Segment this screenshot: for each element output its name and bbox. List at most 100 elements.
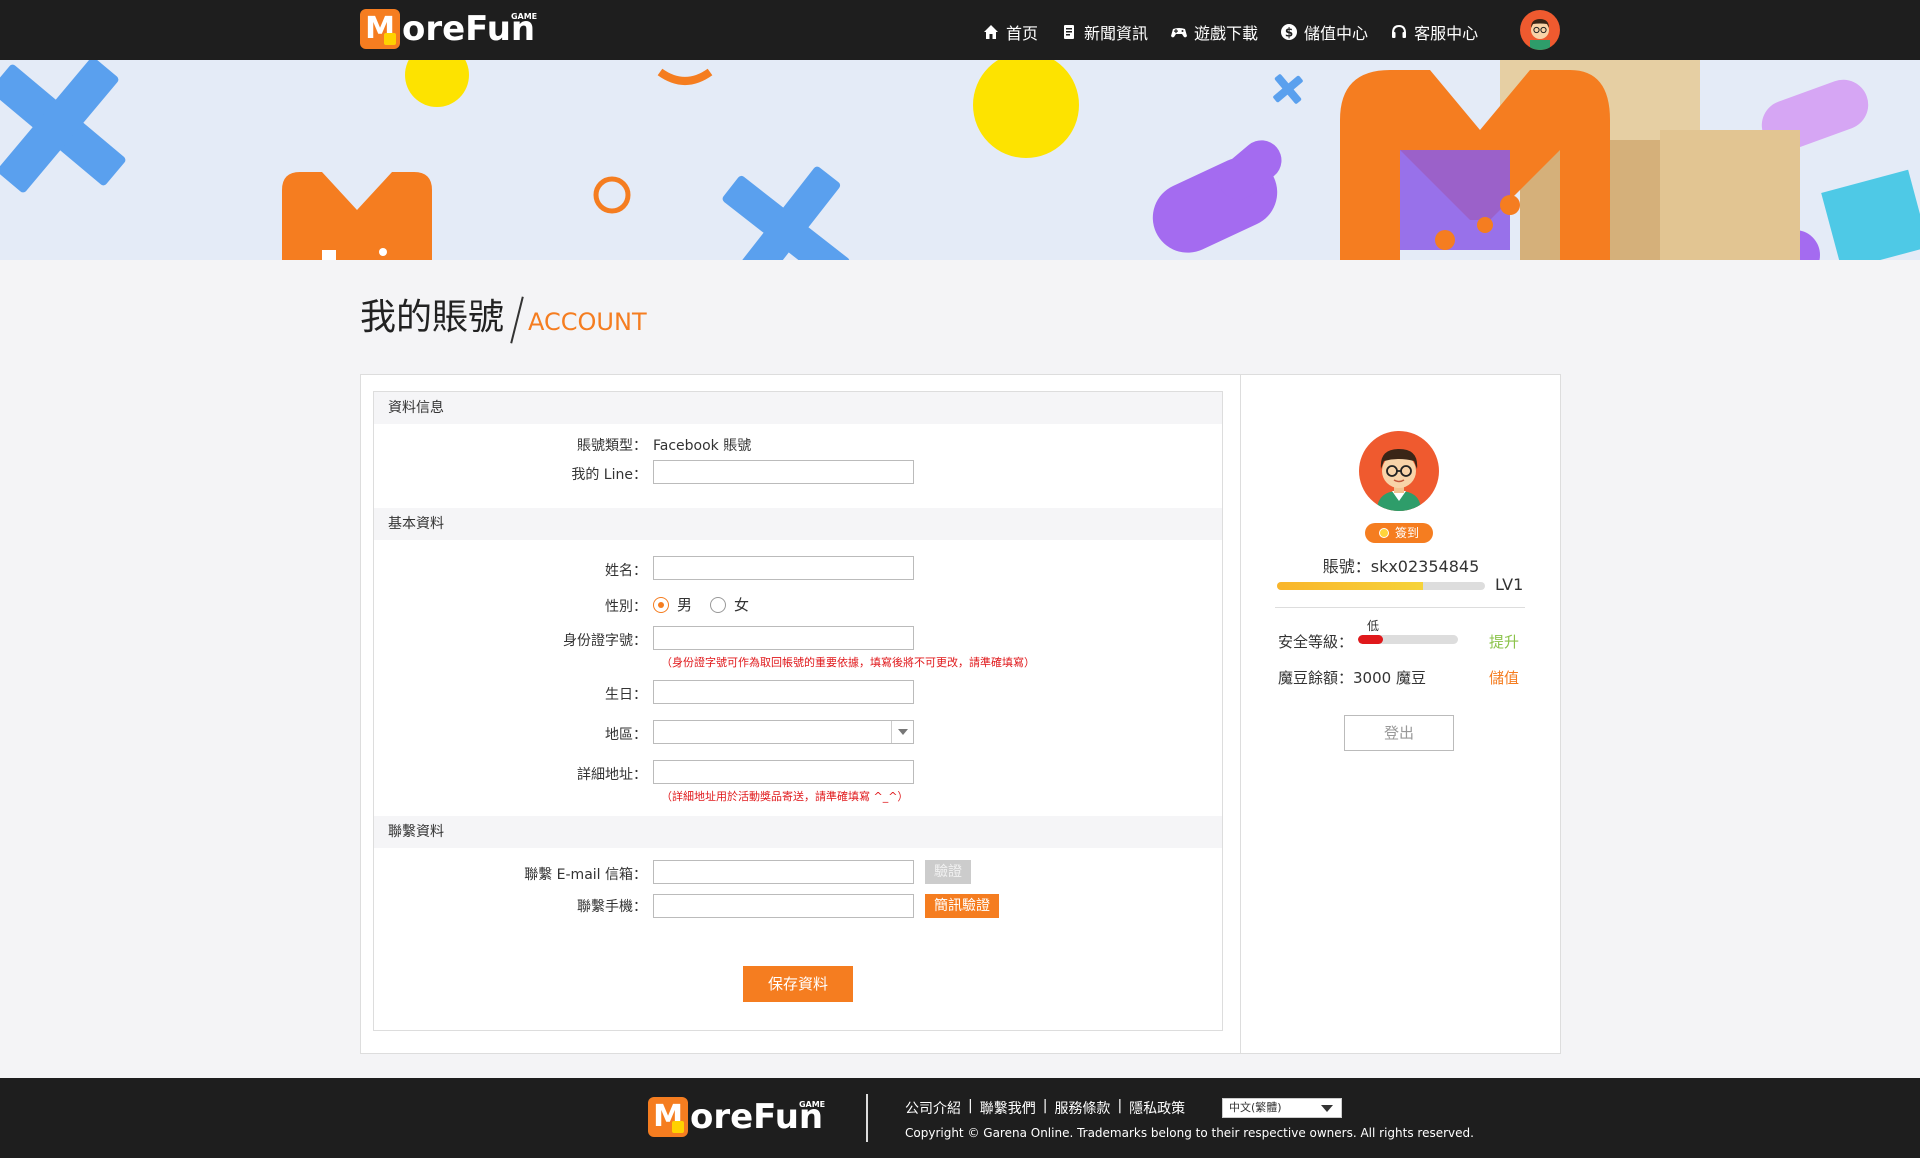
nav-home[interactable]: 首页 [982, 20, 1038, 44]
top-navbar: M oreFun GAME 首页 新聞資訊 遊戲下載 $ 儲值中心 客服中心 [0, 0, 1920, 60]
level-progress-fill [1277, 582, 1423, 590]
language-select[interactable]: 中文(繁體) [1222, 1098, 1342, 1118]
nav-topup[interactable]: $ 儲值中心 [1280, 20, 1368, 44]
sms-verify-button[interactable]: 簡訊驗證 [925, 894, 999, 918]
home-icon [984, 25, 998, 39]
title-divider [510, 296, 524, 344]
radio-unchecked-icon [710, 596, 727, 613]
nav-download-label: 遊戲下載 [1194, 24, 1259, 43]
section-header-basic: 基本資料 [374, 508, 1222, 540]
security-upgrade-link[interactable]: 提升 [1489, 631, 1519, 652]
footer-links: 公司介紹 | 聯繫我們 | 服務條款 | 隱私政策 [905, 1098, 1185, 1118]
nav-topup-label: 儲值中心 [1304, 24, 1369, 43]
checkin-label: 簽到 [1394, 526, 1419, 540]
account-type-label: 賬號類型： [577, 438, 647, 454]
chevron-down-icon [891, 721, 913, 743]
page-title: 我的賬號 ACCOUNT [360, 290, 647, 344]
profile-avatar[interactable] [1359, 431, 1439, 511]
footer-link-about[interactable]: 公司介紹 [905, 1098, 961, 1118]
account-type-value: Facebook 賬號 [653, 438, 752, 454]
nav-news-label: 新聞資訊 [1084, 24, 1149, 43]
line-row: 我的 Line： [374, 458, 1222, 502]
address-input[interactable] [653, 760, 914, 784]
email-verify-button[interactable]: 驗證 [925, 860, 971, 884]
gender-label: 性別： [605, 599, 647, 615]
footer-link-separator: | [968, 1098, 973, 1114]
phone-row: 聯繫手機： 簡訊驗證 [374, 894, 1222, 930]
footer-link-terms[interactable]: 服務條款 [1054, 1098, 1110, 1118]
address-note-row: （詳細地址用於活動獎品寄送，請準確填寫 ^_^） [374, 782, 1222, 816]
user-avatar[interactable] [1520, 10, 1560, 50]
level-label: LV1 [1495, 575, 1524, 594]
hero-banner [0, 60, 1920, 260]
profile-sidebar: 簽到 賬號：skx02354845 LV1 低 安全等級： 提升 魔豆餘額：30… [1240, 375, 1560, 1053]
name-row: 姓名： [374, 552, 1222, 588]
dollar-icon: $ [1281, 24, 1298, 40]
name-input[interactable] [653, 556, 914, 580]
phone-input[interactable] [653, 894, 914, 918]
email-label: 聯繫 E-mail 信箱： [524, 867, 647, 883]
radio-checked-icon [653, 596, 669, 613]
line-input[interactable] [653, 460, 914, 484]
security-level-value: 低 [1367, 619, 1380, 633]
birthday-label: 生日： [605, 687, 647, 703]
gamepad-icon [1171, 28, 1188, 38]
region-select[interactable] [653, 720, 914, 744]
line-label: 我的 Line： [571, 467, 647, 483]
avatar-face-icon [1530, 19, 1550, 50]
account-id: 賬號：skx02354845 [1322, 557, 1480, 576]
news-icon [1064, 25, 1075, 39]
save-button[interactable]: 保存資料 [743, 966, 853, 1002]
id-note-row: （身份證字號可作為取回帳號的重要依據，填寫後將不可更改，請準確填寫） [374, 648, 1222, 678]
id-number-input[interactable] [653, 626, 914, 650]
account-card: 資料信息 賬號類型： Facebook 賬號 我的 Line： 基本資料 姓名：… [360, 374, 1561, 1054]
logo-m-mark: M [360, 9, 400, 49]
birthday-input[interactable] [653, 680, 914, 704]
footer-logo-m-mark: M [648, 1097, 688, 1137]
footer-link-privacy[interactable]: 隱私政策 [1129, 1098, 1185, 1118]
security-progress-fill [1358, 635, 1383, 644]
logout-button[interactable]: 登出 [1344, 715, 1454, 751]
topup-link[interactable]: 儲值 [1489, 667, 1519, 688]
morefun-logo[interactable]: M oreFun GAME [360, 8, 537, 50]
footer-logo[interactable]: M oreFun GAME [648, 1096, 826, 1138]
nav-support[interactable]: 客服中心 [1390, 20, 1478, 44]
footer-link-contact[interactable]: 聯繫我們 [980, 1098, 1036, 1118]
footer-link-separator: | [1042, 1098, 1048, 1114]
birthday-row: 生日： [374, 678, 1222, 718]
address-note: （詳細地址用於活動獎品寄送，請準確填寫 ^_^） [661, 790, 909, 803]
nav-home-label: 首页 [1006, 24, 1039, 43]
profile-form: 資料信息 賬號類型： Facebook 賬號 我的 Line： 基本資料 姓名：… [373, 391, 1223, 1031]
address-row: 詳細地址： [374, 758, 1222, 784]
name-label: 姓名： [605, 563, 647, 579]
nav-news[interactable]: 新聞資訊 [1060, 20, 1148, 44]
footer-divider [866, 1094, 868, 1142]
gender-radio-male[interactable]: 男 [653, 594, 692, 615]
id-label: 身份證字號： [563, 633, 647, 649]
sidebar-divider [1275, 607, 1525, 608]
checkin-button[interactable]: 簽到 [1365, 523, 1433, 543]
balance-row: 魔豆餘額：3000 魔豆 [1278, 667, 1426, 688]
svg-text:$: $ [1285, 26, 1293, 40]
nav-download[interactable]: 遊戲下載 [1170, 20, 1258, 44]
footer-logo-game-badge: GAME [798, 1100, 826, 1109]
region-label: 地區： [605, 727, 647, 743]
nav-support-label: 客服中心 [1414, 24, 1479, 43]
gender-male-label: 男 [677, 596, 693, 614]
phone-label: 聯繫手機： [577, 899, 647, 915]
address-label: 詳細地址： [577, 767, 647, 783]
site-footer: M oreFun GAME 公司介紹 | 聯繫我們 | 服務條款 | 隱私政策 … [0, 1078, 1920, 1158]
footer-link-separator: | [1117, 1098, 1123, 1114]
copyright-text: Copyright © Garena Online. Trademarks be… [905, 1126, 1474, 1140]
email-row: 聯繫 E-mail 信箱： 驗證 [374, 858, 1222, 894]
email-input[interactable] [653, 860, 914, 884]
main-nav: 首页 新聞資訊 遊戲下載 $ 儲值中心 客服中心 [982, 20, 1500, 44]
section-header-contact: 聯繫資料 [374, 816, 1222, 848]
gender-radio-female[interactable]: 女 [710, 594, 749, 615]
section-header-info: 資料信息 [374, 392, 1222, 424]
balance-value: 3000 魔豆 [1353, 669, 1426, 687]
security-label: 安全等級： [1278, 633, 1354, 651]
level-progress-bar [1277, 582, 1485, 590]
account-type-row: 賬號類型： Facebook 賬號 [374, 430, 1222, 458]
balance-label: 魔豆餘額： [1278, 669, 1354, 687]
